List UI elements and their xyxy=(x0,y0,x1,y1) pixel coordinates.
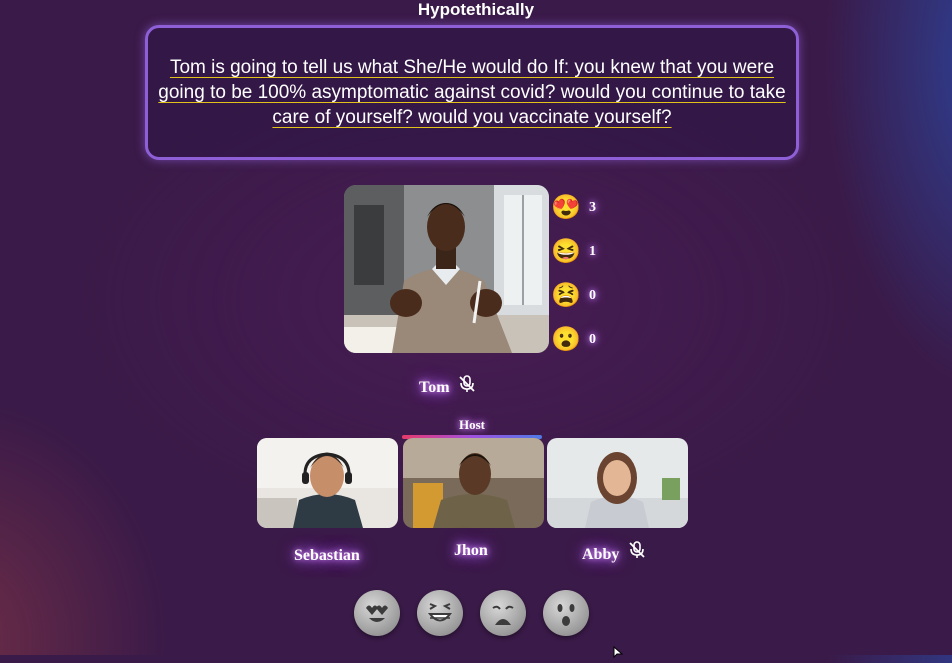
reaction-row-heart-eyes: 😍 3 xyxy=(551,186,611,230)
weary-icon[interactable] xyxy=(480,590,526,636)
reaction-count: 0 xyxy=(589,332,596,347)
surprised-icon[interactable] xyxy=(543,590,589,636)
participant-name: Abby xyxy=(582,546,620,563)
crying-icon: 😫 xyxy=(551,282,581,309)
mic-muted-icon xyxy=(627,540,647,560)
reaction-row-crying: 😫 0 xyxy=(551,274,611,318)
mic-muted-icon xyxy=(457,374,477,394)
participant-tile-sebastian[interactable] xyxy=(257,438,398,528)
host-badge: Host xyxy=(459,417,485,432)
participant-tile-jhon[interactable] xyxy=(403,438,544,528)
mouse-cursor-icon xyxy=(613,645,624,663)
laughing-icon[interactable] xyxy=(417,590,463,636)
participant-tile-abby[interactable] xyxy=(547,438,688,528)
speaker-name: Tom xyxy=(419,379,450,396)
reaction-count: 3 xyxy=(589,200,596,215)
reaction-count: 1 xyxy=(589,244,596,259)
heart-eyes-icon[interactable] xyxy=(354,590,400,636)
page-title: Hypotethically xyxy=(417,0,535,19)
participant-name: Sebastian xyxy=(294,547,360,564)
question-card: Tom is going to tell us what She/He woul… xyxy=(145,25,799,160)
speaker-photo xyxy=(344,185,549,353)
reaction-counters: 😍 3 😆 1 😫 0 😮 0 xyxy=(551,186,611,362)
reaction-count: 0 xyxy=(589,288,596,303)
reaction-row-laughing: 😆 1 xyxy=(551,230,611,274)
reaction-buttons xyxy=(354,590,589,636)
reaction-row-surprised: 😮 0 xyxy=(551,318,611,362)
laughing-icon: 😆 xyxy=(551,238,581,265)
speaker-video[interactable] xyxy=(344,185,549,353)
heart-eyes-icon: 😍 xyxy=(551,194,581,221)
participant-name: Jhon xyxy=(454,542,488,559)
question-text: Tom is going to tell us what She/He woul… xyxy=(158,57,786,128)
surprised-icon: 😮 xyxy=(551,326,581,353)
